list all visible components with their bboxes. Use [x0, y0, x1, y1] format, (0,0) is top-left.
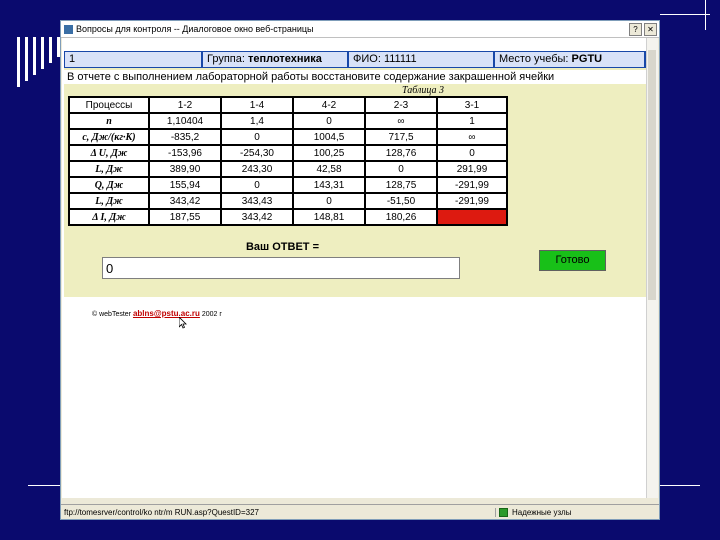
table-cell: 128,76 [364, 144, 438, 162]
table-row: L, Дж 343,42 343,43 0 -51,50 -291,99 [68, 192, 508, 210]
close-button[interactable]: ✕ [644, 22, 657, 36]
table-cell: 148,81 [292, 208, 366, 226]
status-url: ftp://tomesrver/control/ko ntr/m RUN.asp… [64, 507, 259, 517]
table-cell: -153,96 [148, 144, 222, 162]
title-bar: Вопросы для контроля -- Диалоговое окно … [61, 21, 659, 38]
table-cell: -835,2 [148, 128, 222, 146]
vertical-scrollbar[interactable] [646, 38, 658, 498]
table-cell: 1,10404 [148, 112, 222, 130]
info-bar: 1 Группа: теплотехника ФИО: 111111 Место… [64, 51, 649, 68]
window-icon [64, 24, 73, 34]
table-cell: 0 [364, 160, 438, 178]
place-field: Место учебы: PGTU [495, 52, 644, 67]
status-bar: ftp://tomesrver/control/ko ntr/m RUN.asp… [61, 504, 659, 519]
table-header-cell: 4-2 [292, 96, 366, 114]
table-cell: 1,4 [220, 112, 294, 130]
row-label: Δ I, Дж [68, 208, 150, 226]
table-cell: 291,99 [436, 160, 508, 178]
table-cell: 343,42 [220, 208, 294, 226]
table-cell: 180,26 [364, 208, 438, 226]
table-header-cell: 3-1 [436, 96, 508, 114]
highlighted-unknown-cell [436, 208, 508, 226]
table-header-cell: 1-2 [148, 96, 222, 114]
footer-year: 2002 г [201, 311, 222, 318]
table-row: n 1,10404 1,4 0 ∞ 1 [68, 112, 508, 130]
question-text: В отчете с выполнением лабораторной рабо… [64, 70, 649, 84]
page-content: 1 Группа: теплотехника ФИО: 111111 Место… [62, 38, 649, 498]
table-cell: 100,25 [292, 144, 366, 162]
table-cell: 0 [292, 192, 366, 210]
table-cell: -291,99 [436, 192, 508, 210]
table-cell: 128,75 [364, 176, 438, 194]
table-cell: 389,90 [148, 160, 222, 178]
place-label: Место учебы: [499, 53, 569, 65]
answer-label: Ваш ОТВЕТ = [245, 241, 320, 253]
table-header-row: Процессы 1-2 1-4 4-2 2-3 3-1 [68, 96, 508, 114]
table-cell: -291,99 [436, 176, 508, 194]
fio-label: ФИО: [353, 53, 381, 65]
footer: © webTester ablns@pstu.ac.ru 2002 г [92, 309, 222, 318]
table-cell: -51,50 [364, 192, 438, 210]
footer-email-link[interactable]: ablns@pstu.ac.ru [133, 309, 200, 318]
table-cell: -254,30 [220, 144, 294, 162]
fio-field: ФИО: 111111 [349, 52, 493, 67]
table-header-cell: 2-3 [364, 96, 438, 114]
mouse-cursor-icon [179, 317, 187, 329]
slide-decoration-line-right [660, 485, 700, 486]
test-frame: 1 Группа: теплотехника ФИО: 111111 Место… [64, 51, 649, 297]
fio-value: 111111 [383, 53, 417, 65]
row-label: Q, Дж [68, 176, 150, 194]
table-cell: 717,5 [364, 128, 438, 146]
slide-decoration-line-left [28, 485, 60, 486]
place-value: PGTU [571, 53, 603, 65]
group-field: Группа: теплотехника [203, 52, 347, 67]
table-cell: 343,42 [148, 192, 222, 210]
group-label: Группа: [207, 53, 245, 65]
table-row: c, Дж/(кг·К) -835,2 0 1004,5 717,5 ∞ [68, 128, 508, 146]
process-table: Процессы 1-2 1-4 4-2 2-3 3-1 n 1,10404 1,4 0 ∞ 1 c, … [68, 96, 508, 226]
slide-decoration-line-side [705, 0, 706, 30]
row-label: n [68, 112, 150, 130]
slide-decoration-line-top [660, 14, 710, 15]
row-label: L, Дж [68, 192, 150, 210]
scrollbar-thumb[interactable] [648, 50, 656, 300]
table-header-cell: 1-4 [220, 96, 294, 114]
status-zone-label: Надежные узлы [512, 507, 572, 517]
table-header-label: Процессы [68, 96, 150, 114]
row-label: Δ U, Дж [68, 144, 150, 162]
table-row: Δ I, Дж 187,55 343,42 148,81 180,26 [68, 208, 508, 226]
row-label: L, Дж [68, 160, 150, 178]
table-row: Q, Дж 155,94 0 143,31 128,75 -291,99 [68, 176, 508, 194]
table-cell: 143,31 [292, 176, 366, 194]
table-cell: 343,43 [220, 192, 294, 210]
table-cell: ∞ [364, 112, 438, 130]
table-cell: ∞ [436, 128, 508, 146]
table-cell: 187,55 [148, 208, 222, 226]
table-cell: 0 [292, 112, 366, 130]
table-cell: 1 [436, 112, 508, 130]
window-title: Вопросы для контроля -- Диалоговое окно … [76, 24, 314, 34]
trusted-zone-icon [499, 507, 508, 517]
answer-panel: Ваш ОТВЕТ = 0 [64, 237, 501, 283]
status-zone: Надежные узлы [495, 507, 659, 517]
table-cell: 155,94 [148, 176, 222, 194]
question-number: 1 [65, 52, 201, 67]
group-value: теплотехника [247, 53, 322, 65]
help-button[interactable]: ? [629, 22, 642, 36]
table-caption: Таблица 3 [402, 85, 444, 96]
table-cell: 1004,5 [292, 128, 366, 146]
table-row: L, Дж 389,90 243,30 42,58 0 291,99 [68, 160, 508, 178]
submit-button[interactable]: Готово [539, 250, 606, 271]
table-cell: 42,58 [292, 160, 366, 178]
table-cell: 0 [220, 176, 294, 194]
answer-input[interactable]: 0 [102, 257, 460, 279]
footer-copyright: © webTester [92, 311, 132, 318]
table-cell: 0 [436, 144, 508, 162]
table-row: Δ U, Дж -153,96 -254,30 100,25 128,76 0 [68, 144, 508, 162]
row-label: c, Дж/(кг·К) [68, 128, 150, 146]
table-cell: 243,30 [220, 160, 294, 178]
table-cell: 0 [220, 128, 294, 146]
dialog-window: Вопросы для контроля -- Диалоговое окно … [60, 20, 660, 520]
